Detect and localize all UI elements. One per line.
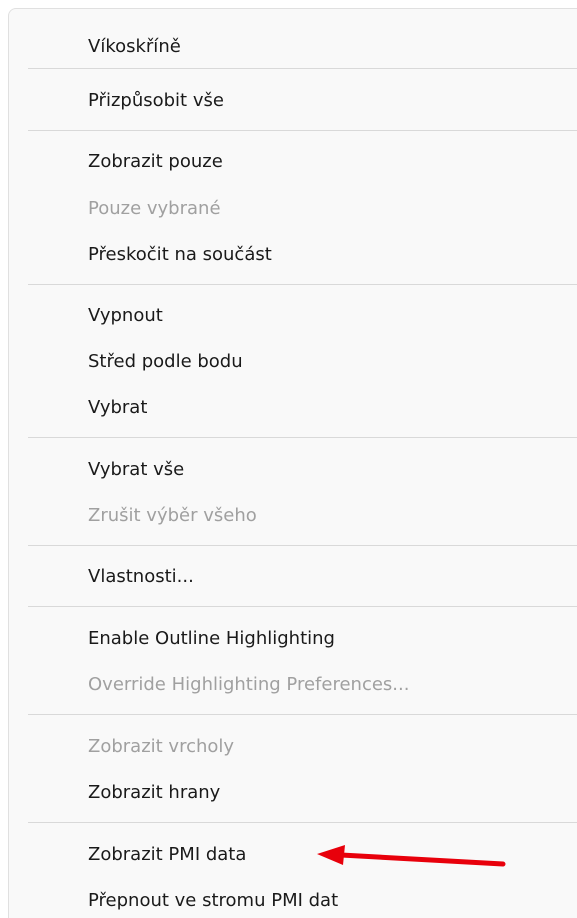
menu-item-vikoskrine[interactable]: Víkoskříně [88,35,181,59]
menu-item-center-by-point[interactable]: Střed podle bodu [88,350,243,374]
menu-item-override-highlighting-preferences: Override Highlighting Preferences... [88,674,410,695]
menu-item-deselect-all: Zrušit výběr všeho [88,505,257,526]
menu-item-toggle-pmi-tree[interactable]: Přepnout ve stromu PMI dat [88,889,338,913]
menu-item-properties[interactable]: Vlastnosti... [88,565,194,589]
menu-item-only-selected: Pouze vybrané [88,198,221,219]
menu-separator [28,284,577,285]
menu-separator [28,68,577,69]
menu-item-select[interactable]: Vybrat [88,396,147,420]
menu-item-show-edges[interactable]: Zobrazit hrany [88,781,220,805]
menu-item-show-vertices: Zobrazit vrcholy [88,736,235,757]
menu-separator [28,822,577,823]
menu-item-select-all[interactable]: Vybrat vše [88,458,184,482]
menu-separator [28,606,577,607]
menu-item-turn-off[interactable]: Vypnout [88,304,163,328]
context-menu: Víkoskříně Přizpůsobit vše Zobrazit pouz… [8,8,577,918]
annotation-arrow-icon [317,845,506,867]
menu-item-show-only[interactable]: Zobrazit pouze [88,150,223,174]
menu-item-fit-all[interactable]: Přizpůsobit vše [88,89,224,113]
menu-item-show-pmi-data[interactable]: Zobrazit PMI data [88,843,246,867]
menu-separator [28,545,577,546]
menu-separator [28,130,577,131]
menu-separator [28,437,577,438]
menu-item-jump-to-part[interactable]: Přeskočit na součást [88,243,272,267]
menu-separator [28,714,577,715]
menu-item-enable-outline-highlighting[interactable]: Enable Outline Highlighting [88,627,335,651]
